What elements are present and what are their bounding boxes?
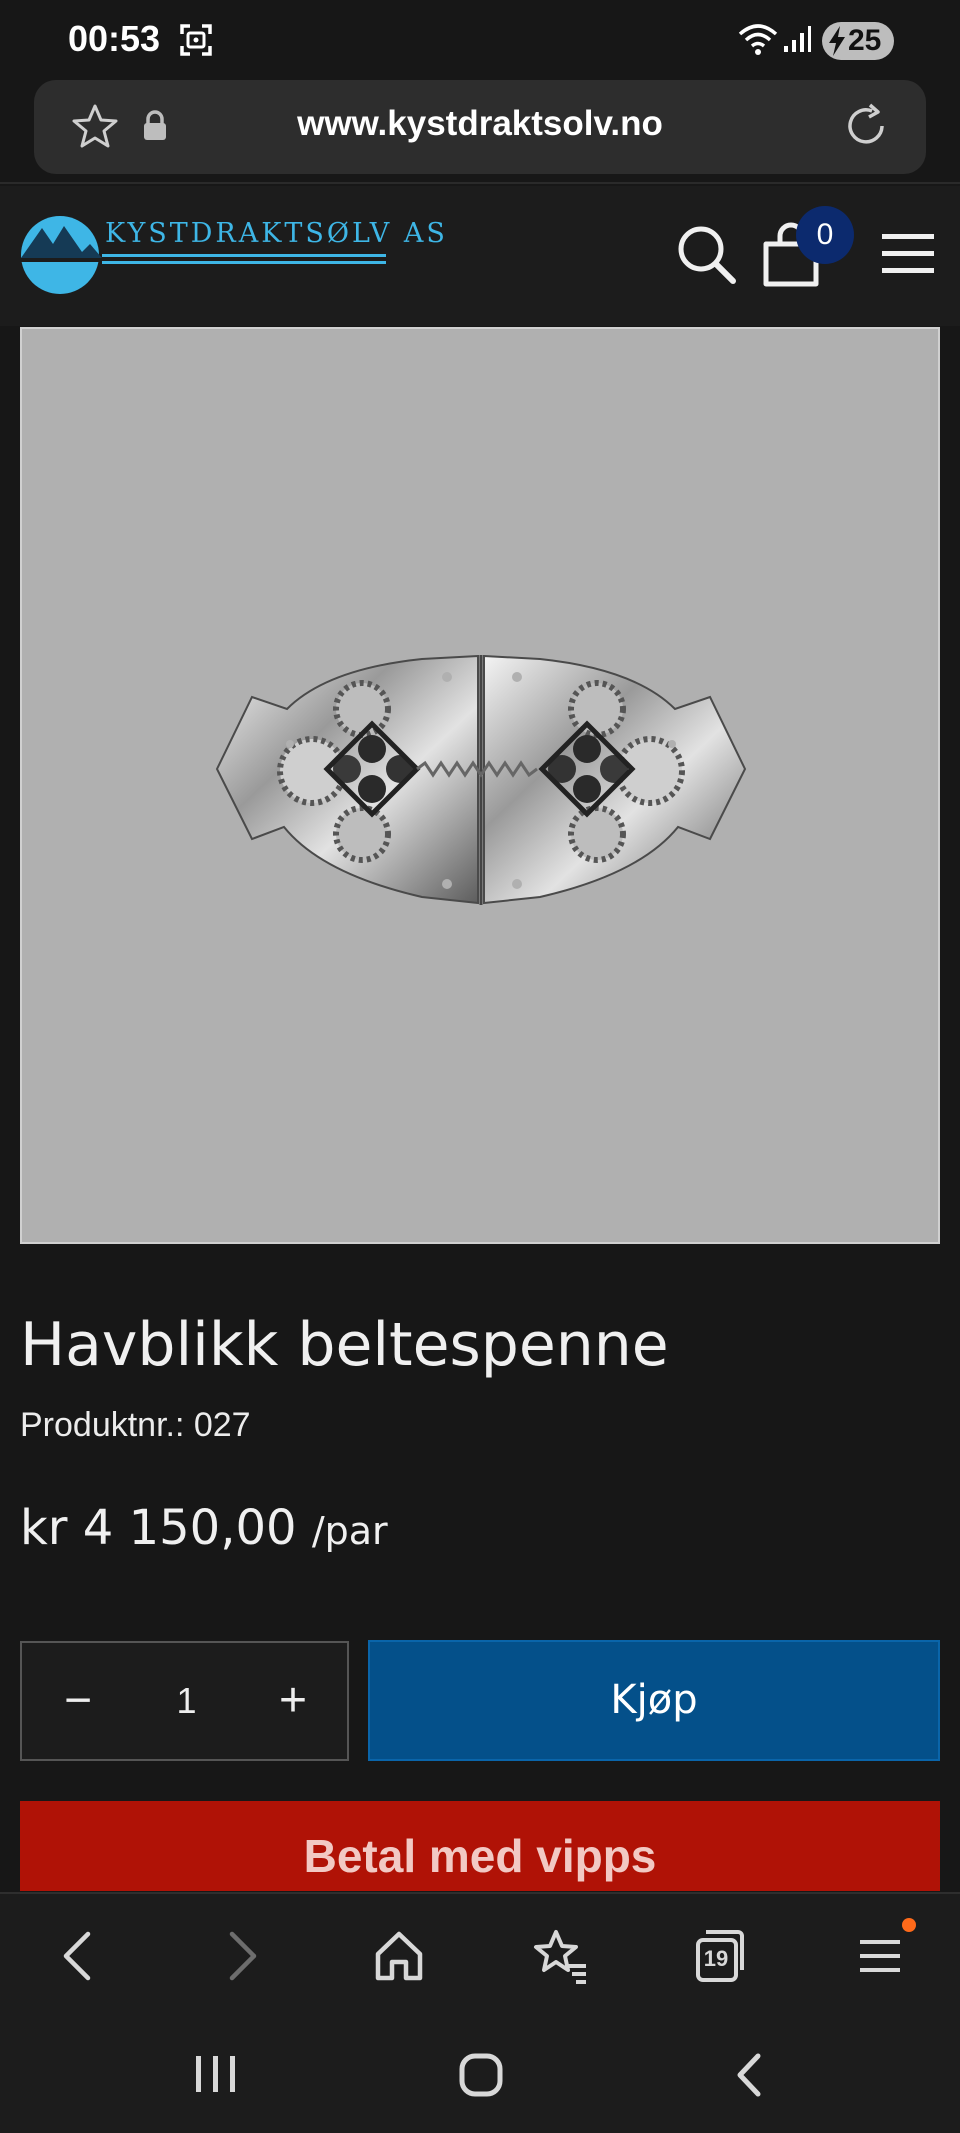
tab-count[interactable]: 19 [700,1946,732,1972]
quantity-increase-button[interactable]: + [239,1643,347,1759]
buy-button[interactable]: Kjøp [368,1640,940,1761]
system-back-icon[interactable] [732,2052,768,2098]
price-value: kr 4 150,00 [20,1500,297,1556]
recent-apps-icon[interactable] [192,2052,240,2096]
back-icon[interactable] [58,1928,98,1984]
logo-underline [102,261,386,264]
search-icon[interactable] [676,224,738,286]
quantity-value[interactable]: 1 [134,1643,239,1759]
screenshot-icon [180,24,212,56]
vipps-pay-button[interactable]: Betal med vipps [20,1801,940,1891]
url-text[interactable]: www.kystdraktsolv.no [34,104,926,144]
menu-icon[interactable] [880,230,936,278]
quantity-stepper: − 1 + [20,1641,349,1761]
reload-icon[interactable] [842,102,890,150]
status-time: 00:53 [68,18,161,59]
product-number: Produktnr.: 027 [20,1406,251,1444]
product-image[interactable] [20,327,940,1244]
status-bar: 00:53 25 [0,0,960,80]
browser-address-area: www.kystdraktsolv.no [0,80,960,184]
price-unit: /par [311,1509,388,1553]
mountain-logo-icon [20,216,102,294]
logo-text: KYSTDRAKTSØLV AS [105,218,448,249]
charging-bolt-icon [829,26,845,56]
vipps-pay-label: Betal med vipps [303,1830,657,1882]
home-icon[interactable] [374,1928,424,1984]
battery-level: 25 [848,24,882,57]
forward-icon[interactable] [222,1928,262,1984]
browser-menu-icon[interactable] [858,1928,902,1984]
site-logo[interactable]: KYSTDRAKTSØLV AS [20,214,445,294]
browser-toolbar: 19 [0,1892,960,2012]
logo-underline [102,254,386,257]
wifi-icon [738,24,778,55]
cart-count-badge[interactable]: 0 [796,206,854,264]
belt-buckle-image [215,654,747,905]
product-title: Havblikk beltespenne [20,1310,669,1380]
bookmarks-icon[interactable] [532,1928,588,1984]
site-header: KYSTDRAKTSØLV AS 0 [0,186,960,326]
notification-dot [902,1918,916,1932]
system-navigation-bar [0,2012,960,2133]
address-bar[interactable]: www.kystdraktsolv.no [34,80,926,174]
product-price: kr 4 150,00 /par [20,1500,388,1556]
home-circle-icon[interactable] [458,2052,504,2098]
signal-icon [784,26,811,52]
quantity-decrease-button[interactable]: − [22,1643,134,1759]
